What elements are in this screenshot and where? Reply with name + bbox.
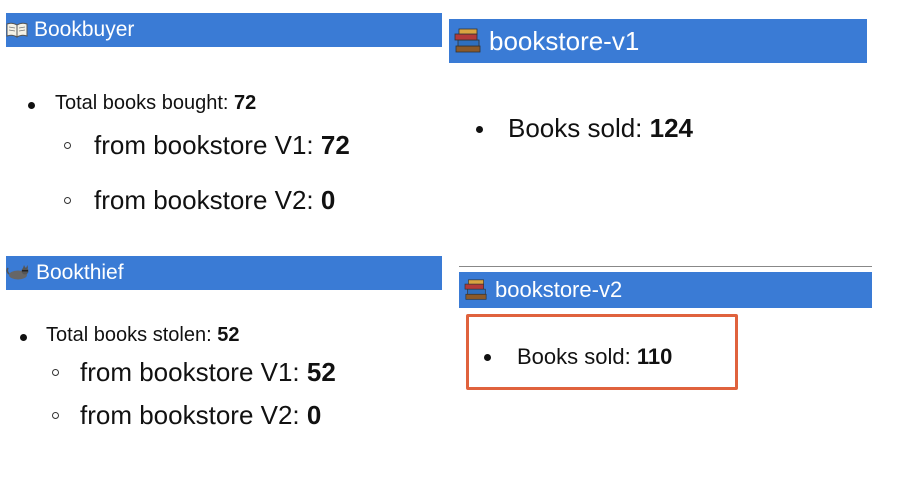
bookthief-v2-label: from bookstore V2: [80, 400, 307, 430]
bookstore-v1-sold-value: 124 [649, 113, 694, 143]
bullet [64, 197, 71, 204]
bookstore-v2-title: bookstore-v2 [495, 277, 623, 302]
divider [459, 266, 872, 267]
bullet [28, 102, 35, 109]
bookthief-total-value: 52 [217, 324, 240, 346]
bookbuyer-header: Bookbuyer [6, 13, 442, 47]
bookthief-total-item: Total books stolen: 52 [20, 324, 239, 347]
bookthief-v2-value: 0 [306, 400, 322, 430]
bookthief-header: Bookthief [6, 256, 442, 290]
bookstore-v2-header: bookstore-v2 [459, 272, 872, 308]
bookstore-v2-sold-item: Books sold: 110 [484, 344, 672, 370]
bookbuyer-total-value: 72 [234, 92, 257, 114]
bookbuyer-total-label: Total books bought: [55, 92, 235, 114]
bookthief-total-label: Total books stolen: [46, 324, 218, 346]
bookbuyer-v1-value: 72 [320, 130, 350, 160]
thief-cat-icon [6, 265, 30, 281]
bookstore-v1-sold-item: Books sold: 124 [476, 113, 693, 144]
bookbuyer-v2-label: from bookstore V2: [94, 185, 321, 215]
bookbuyer-total-item: Total books bought: 72 [28, 92, 256, 115]
book-stack-icon [453, 28, 483, 54]
bookstore-v2-sold-value: 110 [636, 344, 673, 369]
bookbuyer-v1-label: from bookstore V1: [94, 130, 321, 160]
open-book-icon [6, 22, 28, 38]
bookbuyer-v2-item: from bookstore V2: 0 [64, 185, 335, 216]
bookthief-v2-item: from bookstore V2: 0 [52, 400, 321, 431]
bookstore-v1-header: bookstore-v1 [449, 19, 867, 63]
bullet [484, 354, 491, 361]
bookbuyer-v1-item: from bookstore V1: 72 [64, 130, 350, 161]
bookbuyer-v2-value: 0 [320, 185, 336, 215]
bookstore-v2-sold-label: Books sold: [517, 344, 637, 369]
book-stack-icon [463, 279, 489, 301]
bookthief-v1-label: from bookstore V1: [80, 357, 307, 387]
bullet [20, 334, 27, 341]
bookbuyer-title: Bookbuyer [34, 18, 135, 41]
bullet [52, 412, 59, 419]
bullet [64, 142, 71, 149]
bookthief-v1-item: from bookstore V1: 52 [52, 357, 336, 388]
bookthief-title: Bookthief [36, 261, 124, 284]
bookstore-v1-sold-label: Books sold: [508, 113, 650, 143]
bookstore-v1-title: bookstore-v1 [489, 25, 640, 56]
bullet [476, 126, 483, 133]
bookthief-v1-value: 52 [306, 357, 336, 387]
bullet [52, 369, 59, 376]
